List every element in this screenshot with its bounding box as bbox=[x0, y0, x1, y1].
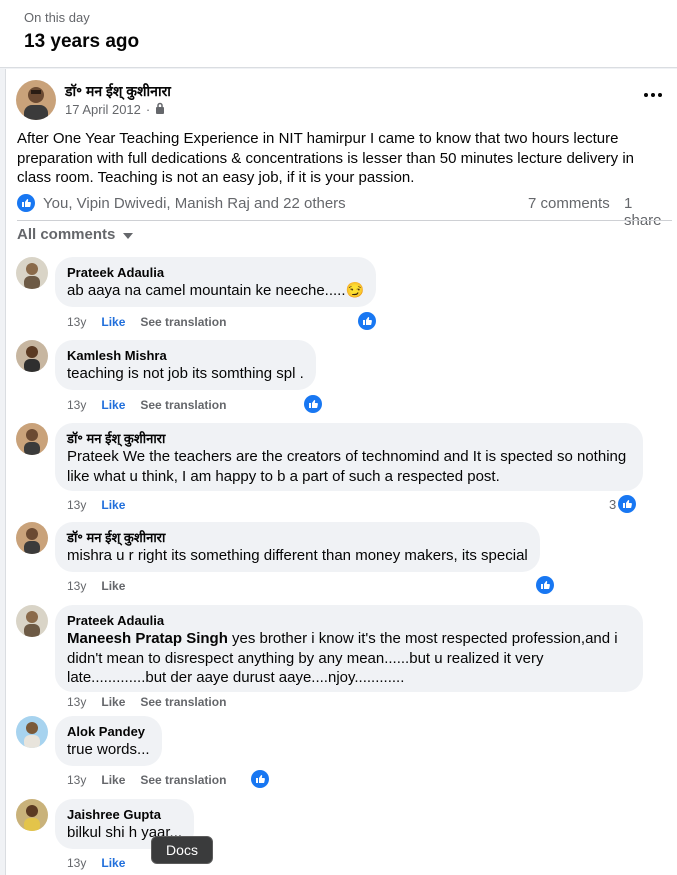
comment-actions: 13y Like bbox=[67, 498, 125, 512]
see-translation-link[interactable]: See translation bbox=[140, 695, 226, 709]
all-comments-dropdown[interactable]: All comments bbox=[17, 226, 134, 243]
comment-bubble: डॉ॰ मन ईश् कुशीनारा Prateek We the teach… bbox=[55, 423, 643, 491]
like-reaction-icon bbox=[618, 495, 637, 513]
comment-text: ab aaya na camel mountain ke neeche.....… bbox=[67, 282, 365, 299]
shares-count[interactable]: 1 share bbox=[624, 195, 672, 229]
like-button[interactable]: Like bbox=[101, 315, 125, 329]
post-meta: 17 April 2012 · bbox=[65, 102, 165, 117]
see-translation-link[interactable]: See translation bbox=[140, 398, 226, 412]
comment-reaction[interactable] bbox=[358, 312, 376, 330]
comment-age[interactable]: 13y bbox=[67, 579, 86, 593]
comment-bubble: Kamlesh Mishra teaching is not job its s… bbox=[55, 340, 316, 390]
comment-reaction[interactable] bbox=[251, 770, 269, 788]
commenter-name[interactable]: Alok Pandey bbox=[67, 724, 150, 740]
commenter-avatar[interactable] bbox=[16, 423, 48, 455]
like-reaction-icon bbox=[358, 312, 376, 330]
like-reaction-icon bbox=[304, 395, 322, 413]
comment-actions: 13y Like See translation bbox=[67, 398, 226, 412]
comment-actions: 13y Like bbox=[67, 856, 125, 870]
all-comments-label: All comments bbox=[17, 226, 116, 243]
commenter-avatar[interactable] bbox=[16, 522, 48, 554]
mentioned-user[interactable]: Maneesh Pratap Singh bbox=[67, 630, 228, 647]
on-this-day-label: On this day bbox=[24, 10, 90, 25]
comment-reaction[interactable]: 3 bbox=[609, 495, 637, 513]
comment-actions: 13y Like See translation bbox=[67, 315, 226, 329]
commenter-name[interactable]: Prateek Adaulia bbox=[67, 613, 631, 629]
like-reaction-icon bbox=[536, 576, 554, 594]
comments-count[interactable]: 7 comments bbox=[528, 195, 610, 212]
commenter-name[interactable]: Prateek Adaulia bbox=[67, 265, 364, 281]
on-this-day-header: On this day 13 years ago bbox=[0, 0, 677, 68]
like-button[interactable]: Like bbox=[101, 695, 125, 709]
comment-age[interactable]: 13y bbox=[67, 315, 86, 329]
comment-actions: 13y Like See translation bbox=[67, 773, 226, 787]
commenter-name[interactable]: Kamlesh Mishra bbox=[67, 348, 304, 364]
see-translation-link[interactable]: See translation bbox=[140, 773, 226, 787]
post-date[interactable]: 17 April 2012 bbox=[65, 102, 141, 117]
commenter-avatar[interactable] bbox=[16, 340, 48, 372]
comment-actions: 13y Like See translation bbox=[67, 695, 226, 709]
comment-bubble: Prateek Adaulia ab aaya na camel mountai… bbox=[55, 257, 377, 307]
comment-age[interactable]: 13y bbox=[67, 856, 86, 870]
reactions-names[interactable]: You, Vipin Dwivedi, Manish Raj and 22 ot… bbox=[43, 195, 346, 212]
comment-text: Maneesh Pratap Singh yes brother i know … bbox=[67, 630, 618, 686]
comment-bubble: Prateek Adaulia Maneesh Pratap Singh yes… bbox=[55, 605, 643, 692]
comment-actions: 13y Like bbox=[67, 579, 125, 593]
smirk-emoji-icon: 😏 bbox=[345, 282, 365, 299]
comment-age[interactable]: 13y bbox=[67, 773, 86, 787]
reaction-count: 3 bbox=[609, 496, 617, 512]
comment-text: teaching is not job its somthing spl . bbox=[67, 365, 304, 382]
comment-age[interactable]: 13y bbox=[67, 695, 86, 709]
see-translation-link[interactable]: See translation bbox=[140, 315, 226, 329]
like-button[interactable]: Like bbox=[101, 856, 125, 870]
reactions-bar: You, Vipin Dwivedi, Manish Raj and 22 ot… bbox=[17, 193, 672, 229]
like-reaction-icon bbox=[17, 194, 35, 216]
comment-age[interactable]: 13y bbox=[67, 398, 86, 412]
like-button[interactable]: Like bbox=[101, 498, 125, 512]
like-button[interactable]: Like bbox=[101, 773, 125, 787]
docs-tooltip: Docs bbox=[151, 836, 213, 864]
comment-text: Prateek We the teachers are the creators… bbox=[67, 448, 627, 485]
commenter-avatar[interactable] bbox=[16, 605, 48, 637]
comment-reaction[interactable] bbox=[536, 576, 554, 594]
comment-text: true words... bbox=[67, 741, 150, 758]
comment-text: mishra u r right its something different… bbox=[67, 547, 528, 564]
caret-down-icon bbox=[123, 226, 134, 243]
author-avatar[interactable] bbox=[16, 80, 56, 120]
divider bbox=[17, 220, 672, 221]
commenter-avatar[interactable] bbox=[16, 716, 48, 748]
lock-icon bbox=[155, 102, 165, 117]
comment-bubble: Alok Pandey true words... bbox=[55, 716, 162, 766]
like-reaction-icon bbox=[251, 770, 269, 788]
more-options-icon[interactable] bbox=[644, 89, 666, 101]
like-button[interactable]: Like bbox=[101, 398, 125, 412]
meta-separator: · bbox=[145, 102, 151, 117]
post-card: डॉ॰ मन ईश् कुशीनारा 17 April 2012 · Afte… bbox=[5, 69, 677, 875]
years-ago-title: 13 years ago bbox=[24, 31, 140, 52]
comment-bubble: डॉ॰ मन ईश् कुशीनारा mishra u r right its… bbox=[55, 522, 540, 572]
commenter-name[interactable]: Jaishree Gupta bbox=[67, 807, 182, 823]
commenter-name[interactable]: डॉ॰ मन ईश् कुशीनारा bbox=[67, 530, 528, 546]
commenter-avatar[interactable] bbox=[16, 799, 48, 831]
commenter-name[interactable]: डॉ॰ मन ईश् कुशीनारा bbox=[67, 431, 631, 447]
post-author-name[interactable]: डॉ॰ मन ईश् कुशीनारा bbox=[65, 82, 171, 101]
like-button[interactable]: Like bbox=[101, 579, 125, 593]
commenter-avatar[interactable] bbox=[16, 257, 48, 289]
comment-age[interactable]: 13y bbox=[67, 498, 86, 512]
comment-reaction[interactable] bbox=[304, 395, 322, 413]
post-text: After One Year Teaching Experience in NI… bbox=[17, 130, 634, 186]
